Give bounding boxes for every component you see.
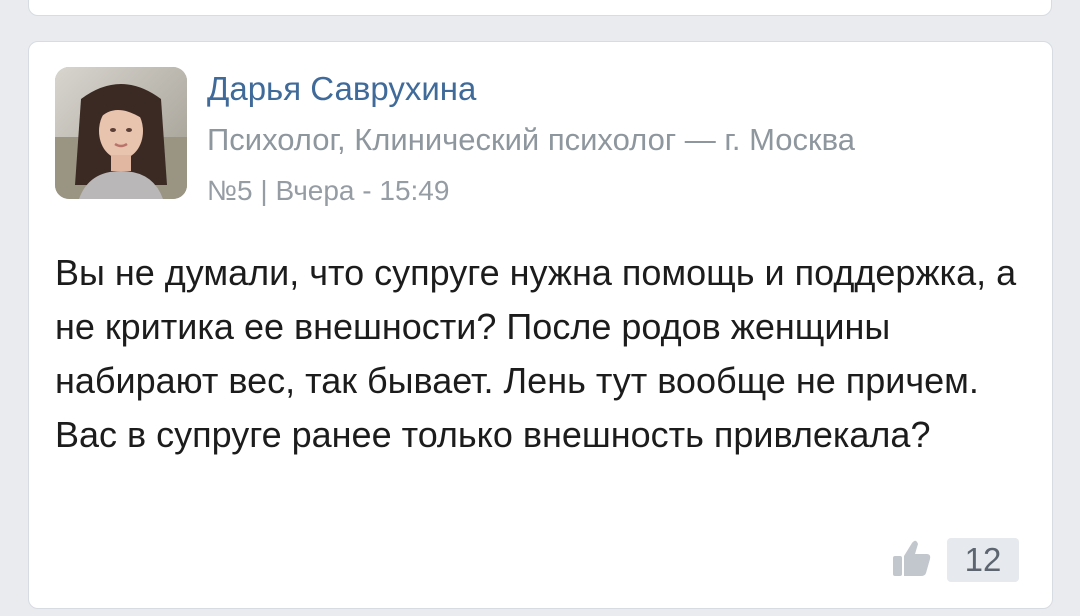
thumbs-up-icon[interactable]	[887, 534, 935, 582]
like-button-icon	[893, 540, 931, 576]
author-name-link[interactable]: Дарья Саврухина	[207, 70, 476, 108]
avatar-photo-icon	[55, 67, 187, 199]
comment-meta: №5 | Вчера - 15:49	[207, 175, 450, 206]
author-role: Психолог, Клинический психолог — г. Моск…	[207, 122, 855, 157]
previous-comment-card	[28, 0, 1052, 16]
author-avatar[interactable]	[55, 67, 187, 199]
comment-card: Дарья Саврухина Психолог, Клинический пс…	[28, 41, 1053, 609]
like-count[interactable]: 12	[947, 538, 1019, 582]
comment-text: Вы не думали, что супруге нужна помощь и…	[55, 252, 1017, 455]
